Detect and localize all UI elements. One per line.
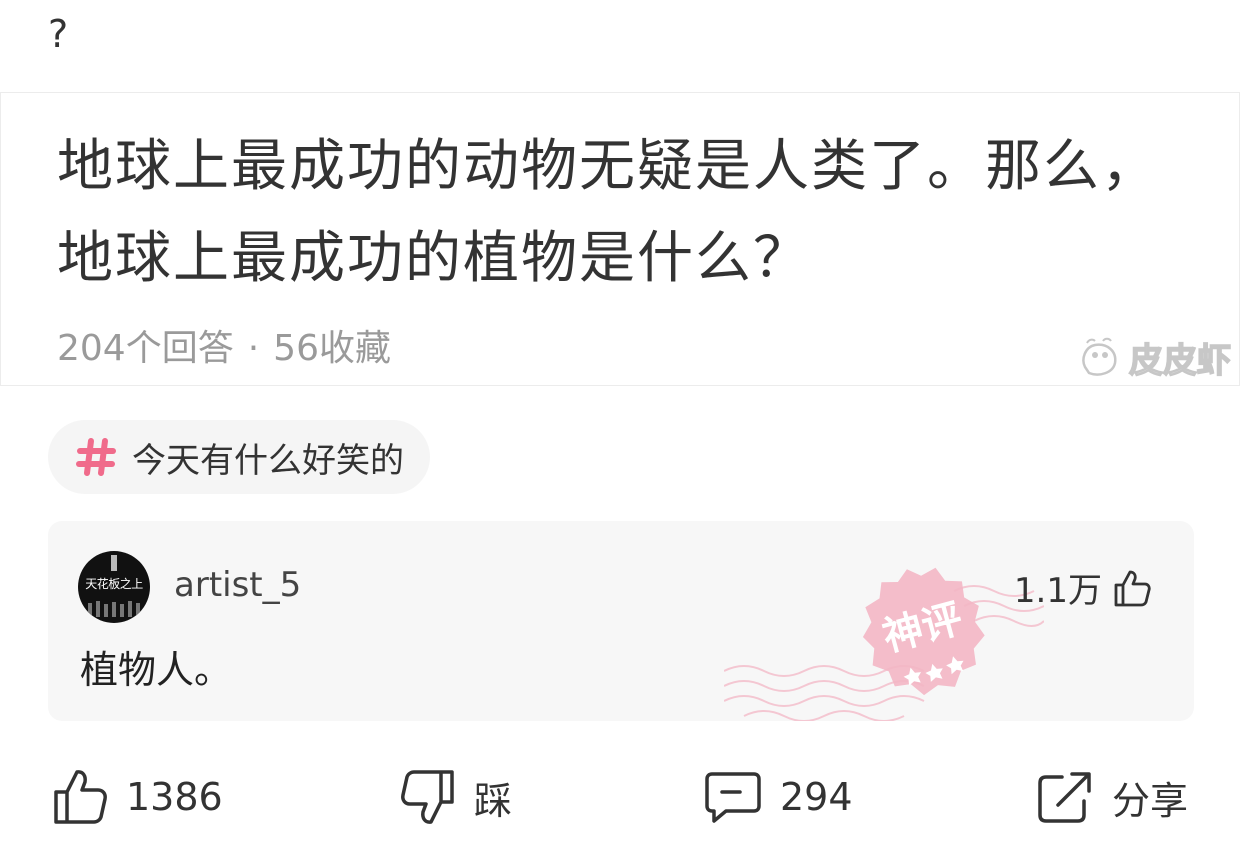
question-meta: 204个回答 · 56收藏 — [57, 325, 391, 373]
avatar-crowd-icon — [88, 601, 140, 617]
avatar-figure-icon — [111, 555, 117, 571]
thumbs-up-icon — [54, 770, 107, 824]
avatar-text: 天花板之上 — [85, 577, 143, 591]
hot-comment-stamp-icon: 神评 — [724, 567, 1044, 721]
thumbs-up-icon — [1114, 570, 1151, 606]
like-button[interactable]: 1386 — [52, 760, 223, 834]
comment-button[interactable]: 294 — [704, 760, 853, 834]
comment-text: 植物人。 — [80, 648, 233, 692]
top-comment-card: 天花板之上 artist_5 神评 植物人。 1.1万 — [48, 521, 1194, 721]
comment-count: 294 — [780, 775, 853, 819]
favorites-count: 56收藏 — [273, 328, 391, 369]
hashtag-icon — [76, 438, 116, 476]
share-button[interactable]: 分享 — [1036, 760, 1188, 834]
avatar[interactable]: 天花板之上 — [78, 551, 150, 623]
shrimp-logo-icon — [1082, 337, 1117, 376]
watermark-text: 皮皮虾 — [1128, 340, 1232, 382]
answers-count: 204个回答 — [57, 328, 234, 369]
question-screenshot-card: 地球上最成功的动物无疑是人类了。那么，地球上最成功的植物是什么？ 204个回答 ·… — [0, 92, 1240, 386]
dislike-label: 踩 — [474, 778, 513, 823]
topic-label: 今天有什么好笑的 — [132, 440, 404, 481]
comment-bubble-icon — [705, 772, 761, 823]
dislike-button[interactable]: 踩 — [400, 760, 512, 834]
topic-tag[interactable]: 今天有什么好笑的 — [48, 420, 430, 494]
comment-like-count: 1.1万 — [1013, 571, 1102, 611]
comment-like-button[interactable]: 1.1万 — [1014, 563, 1152, 612]
question-title: 地球上最成功的动物无疑是人类了。那么，地球上最成功的植物是什么？ — [57, 134, 1159, 291]
like-count: 1386 — [126, 775, 223, 819]
thumbs-down-icon — [401, 770, 454, 824]
share-icon — [1038, 772, 1091, 823]
top-question-mark: ? — [48, 12, 69, 56]
app-watermark: 皮皮虾 — [1077, 333, 1232, 382]
share-label: 分享 — [1112, 778, 1189, 823]
meta-separator: · — [247, 328, 260, 369]
username[interactable]: artist_5 — [174, 565, 301, 605]
